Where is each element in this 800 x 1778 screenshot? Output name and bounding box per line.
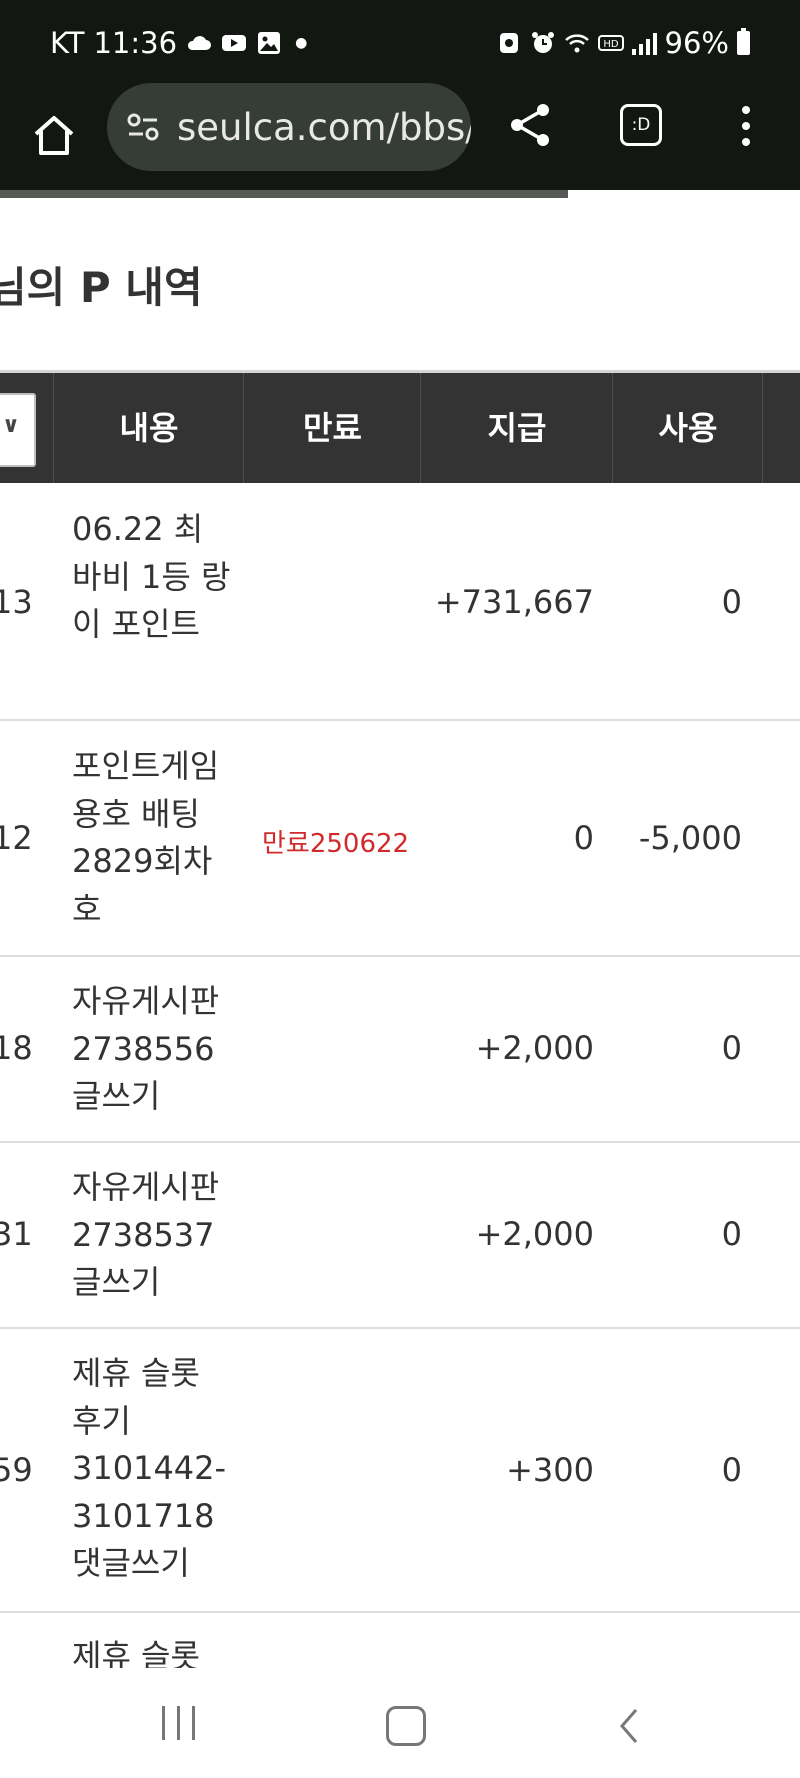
status-right: HD 96% — [496, 26, 750, 60]
signal-icon — [631, 31, 657, 55]
row-pay: +2,000 — [475, 1215, 594, 1253]
youtube-icon — [222, 35, 247, 51]
row-content: 포인트게임 용호 배팅 2829회차 호 — [72, 747, 220, 928]
notification-dot-icon: ● — [295, 35, 308, 51]
gallery-icon — [258, 32, 281, 54]
site-settings-icon[interactable] — [123, 107, 163, 147]
home-button-icon[interactable] — [386, 1706, 426, 1746]
row-pay: +2,000 — [475, 1029, 594, 1067]
row-number: 31 — [0, 1215, 33, 1253]
row-use: -5,000 — [638, 819, 742, 857]
more-menu-icon[interactable] — [734, 104, 758, 148]
row-pay: +731,667 — [434, 583, 594, 621]
row-content: 자유게시판 2738556 글쓰기 — [72, 982, 220, 1115]
battery-percent: 96% — [664, 26, 729, 60]
share-icon[interactable] — [505, 100, 555, 150]
address-bar[interactable]: seulca.com/bbs/ — [107, 83, 471, 171]
hd-icon: HD — [597, 35, 624, 51]
back-icon[interactable] — [612, 1706, 646, 1746]
header-content: 내용 — [53, 373, 244, 483]
status-bar: KT 11:36 ● HD 96% — [0, 0, 800, 90]
wifi-icon — [564, 34, 589, 53]
page-title: 님의 P 내역 — [0, 263, 203, 312]
table-header: ∨ 내용 만료 지급 사용 — [0, 373, 800, 483]
row-content: 06.22 최바비 1등 랑이 포인트 — [72, 510, 231, 643]
header-expire: 만료 — [243, 373, 421, 483]
table-row: 12 포인트게임 용호 배팅 2829회차 호 만료250622 0 -5,00… — [0, 721, 800, 957]
carrier-label: KT — [50, 26, 85, 60]
svg-text:HD: HD — [603, 39, 619, 50]
row-number: 13 — [0, 583, 33, 621]
table-row: 18 자유게시판 2738556 글쓰기 +2,000 0 — [0, 957, 800, 1143]
row-pay: +300 — [506, 1451, 594, 1489]
header-extra — [762, 373, 800, 483]
header-pay: 지급 — [420, 373, 613, 483]
row-use: 0 — [721, 583, 742, 621]
system-nav-bar — [0, 1668, 800, 1778]
row-use: 0 — [721, 1215, 742, 1253]
home-icon[interactable] — [28, 110, 80, 162]
row-use: 0 — [721, 1451, 742, 1489]
vpn-icon — [499, 33, 518, 53]
table-row: 31 자유게시판 2738537 글쓰기 +2,000 0 — [0, 1143, 800, 1329]
row-expire: 만료250622 — [262, 829, 410, 859]
row-content: 자유게시판 2738537 글쓰기 — [72, 1168, 220, 1301]
row-use: 0 — [721, 1029, 742, 1067]
filter-select[interactable]: ∨ — [0, 393, 36, 467]
header-use: 사용 — [612, 373, 763, 483]
battery-icon — [737, 28, 750, 55]
table-row: 13 06.22 최바비 1등 랑이 포인트 +731,667 0 — [0, 483, 800, 721]
recent-apps-icon[interactable] — [162, 1706, 195, 1740]
row-number: 59 — [0, 1451, 33, 1489]
row-pay: 0 — [573, 819, 594, 857]
chevron-down-icon: ∨ — [2, 413, 20, 438]
status-left: KT 11:36 ● — [50, 26, 307, 60]
url-text: seulca.com/bbs/ — [177, 105, 471, 149]
row-content: 제휴 슬롯 후기 3101442-3101718 댓글쓰기 — [72, 1354, 227, 1582]
tab-switcher-button[interactable]: :D — [620, 104, 662, 146]
row-number: 18 — [0, 1029, 33, 1067]
alarm-icon — [531, 32, 554, 53]
clock: 11:36 — [93, 26, 178, 60]
cloud-icon — [188, 36, 212, 50]
page-load-progress — [0, 190, 568, 198]
table-row: 59 제휴 슬롯 후기 3101442-3101718 댓글쓰기 +300 0 — [0, 1329, 800, 1613]
row-number: 12 — [0, 819, 33, 857]
